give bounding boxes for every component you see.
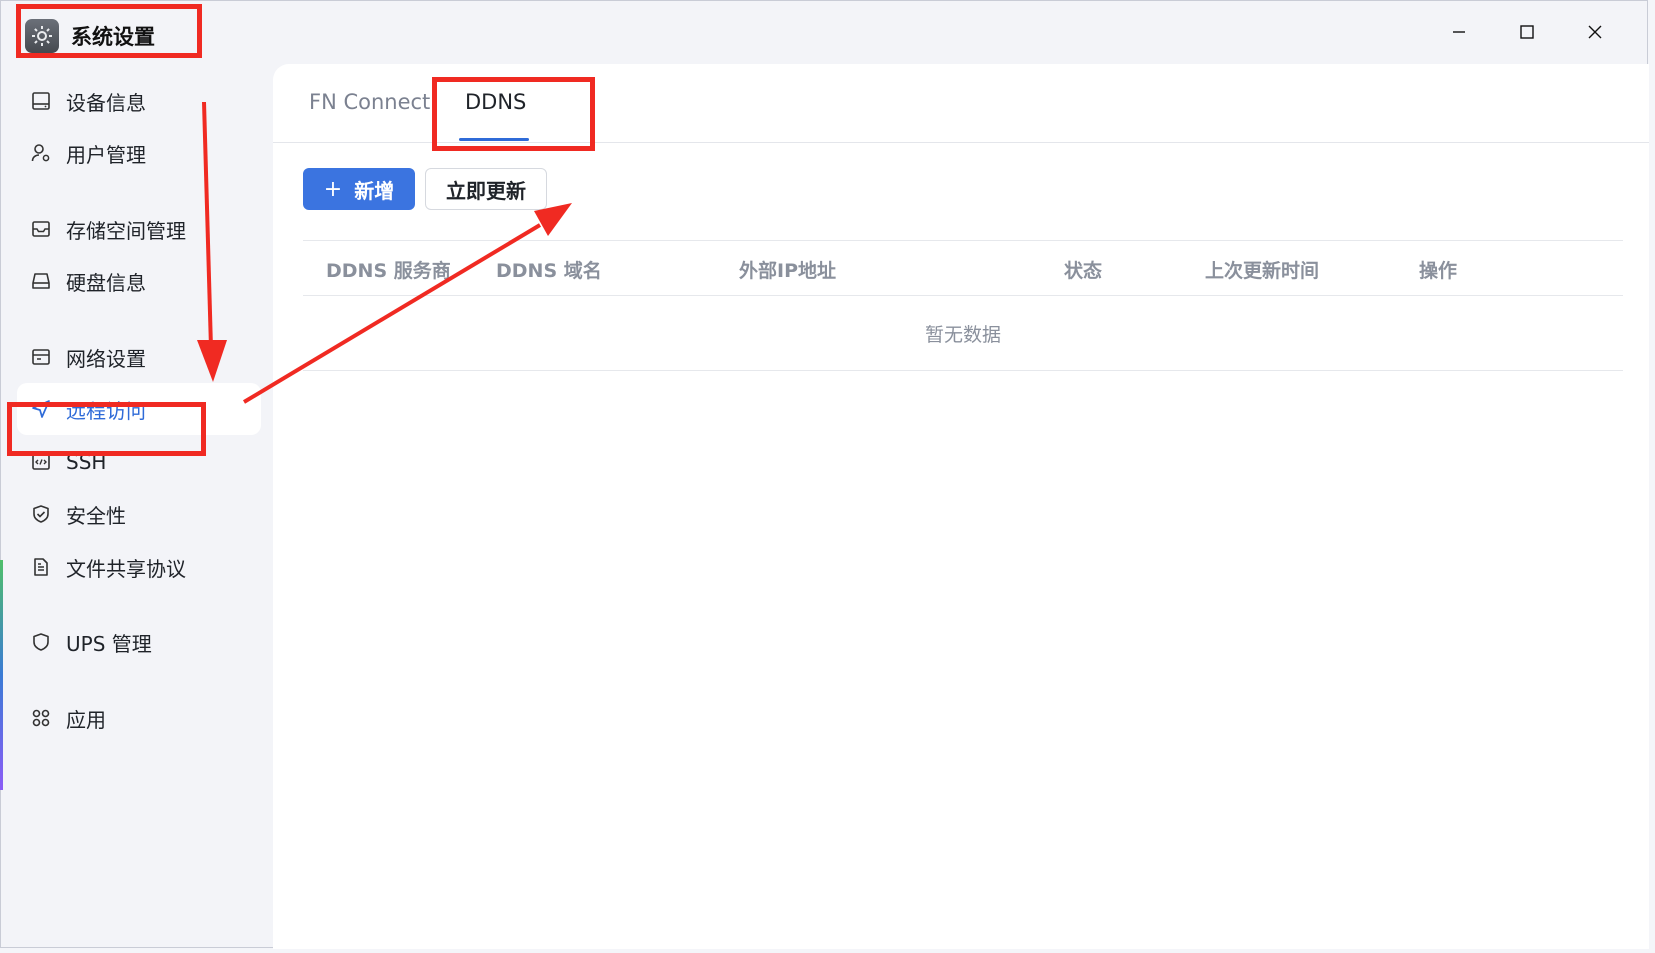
ddns-table: DDNS 服务商 DDNS 域名 外部IP地址 状态 上次更新时间 操作 暂无数…	[303, 240, 1623, 371]
settings-window: 系统设置 设备信息 用户管理 存储空间管理 硬盘信息 网络设置 远程访问 SSH…	[0, 0, 1649, 949]
maximize-icon	[1520, 25, 1534, 39]
active-tab-indicator	[459, 138, 529, 141]
close-icon	[1588, 25, 1602, 39]
sidebar-item-label: UPS 管理	[66, 631, 152, 656]
sidebar-item-label: 存储空间管理	[66, 218, 186, 243]
apps-icon	[29, 706, 53, 730]
tab-ddns[interactable]: DDNS	[465, 90, 526, 114]
storage-icon	[29, 217, 53, 241]
sidebar-item-storage[interactable]: 存储空间管理	[17, 203, 261, 255]
app-title: 系统设置	[71, 25, 155, 49]
sidebar-item-apps[interactable]: 应用	[17, 692, 261, 744]
send-icon	[29, 397, 53, 421]
app-title-bar: 系统设置	[25, 15, 155, 57]
minimize-icon	[1453, 31, 1465, 33]
tab-fn-connect[interactable]: FN Connect	[309, 90, 430, 114]
main-panel: FN Connect DDNS + 新增 立即更新 DDNS 服务商 DDNS …	[273, 64, 1649, 949]
device-icon	[29, 89, 53, 113]
window-controls	[1425, 15, 1629, 49]
gear-icon	[25, 19, 59, 53]
sidebar-item-device-info[interactable]: 设备信息	[17, 75, 261, 127]
add-button-label: 新增	[354, 178, 395, 203]
file-icon	[29, 555, 53, 579]
network-icon	[29, 345, 53, 369]
table-header: DDNS 服务商 DDNS 域名 外部IP地址 状态 上次更新时间 操作	[303, 240, 1623, 296]
minimize-button[interactable]	[1425, 15, 1493, 49]
sidebar-item-security[interactable]: 安全性	[17, 488, 261, 540]
sidebar-item-disk-info[interactable]: 硬盘信息	[17, 255, 261, 307]
sidebar-item-label: 应用	[66, 707, 106, 732]
sidebar-item-remote-access[interactable]: 远程访问	[17, 383, 261, 435]
sidebar-item-label: 远程访问	[66, 398, 146, 423]
update-now-button[interactable]: 立即更新	[425, 168, 547, 210]
shield-check-icon	[29, 502, 53, 526]
desktop-edge	[0, 560, 3, 790]
sidebar-item-label: SSH	[66, 450, 107, 474]
sidebar-item-network[interactable]: 网络设置	[17, 331, 261, 383]
shield-icon	[29, 630, 53, 654]
sidebar-item-label: 网络设置	[66, 346, 146, 371]
user-gear-icon	[29, 141, 53, 165]
plus-icon: +	[323, 176, 343, 202]
update-now-label: 立即更新	[446, 178, 526, 203]
sidebar-item-user-management[interactable]: 用户管理	[17, 127, 261, 179]
sidebar-item-label: 用户管理	[66, 142, 146, 167]
sidebar-item-ups[interactable]: UPS 管理	[17, 616, 261, 668]
sidebar-item-label: 硬盘信息	[66, 270, 146, 295]
tab-bar: FN Connect DDNS	[273, 64, 1649, 143]
column-header-status: 状态	[1064, 260, 1103, 282]
empty-state: 暂无数据	[303, 296, 1623, 371]
column-header-external-ip: 外部IP地址	[739, 260, 836, 282]
add-button[interactable]: + 新增	[303, 168, 415, 210]
sidebar-item-label: 设备信息	[66, 90, 146, 115]
maximize-button[interactable]	[1493, 15, 1561, 49]
column-header-domain: DDNS 域名	[496, 260, 602, 282]
code-icon	[29, 450, 53, 474]
column-header-provider: DDNS 服务商	[326, 260, 451, 282]
sidebar-item-file-sharing[interactable]: 文件共享协议	[17, 541, 261, 593]
close-button[interactable]	[1561, 15, 1629, 49]
column-header-last-updated: 上次更新时间	[1205, 260, 1320, 282]
sidebar-item-label: 文件共享协议	[66, 556, 186, 581]
sidebar-item-label: 安全性	[66, 503, 126, 528]
disk-icon	[29, 269, 53, 293]
sidebar-item-ssh[interactable]: SSH	[17, 436, 261, 488]
column-header-actions: 操作	[1419, 260, 1458, 282]
